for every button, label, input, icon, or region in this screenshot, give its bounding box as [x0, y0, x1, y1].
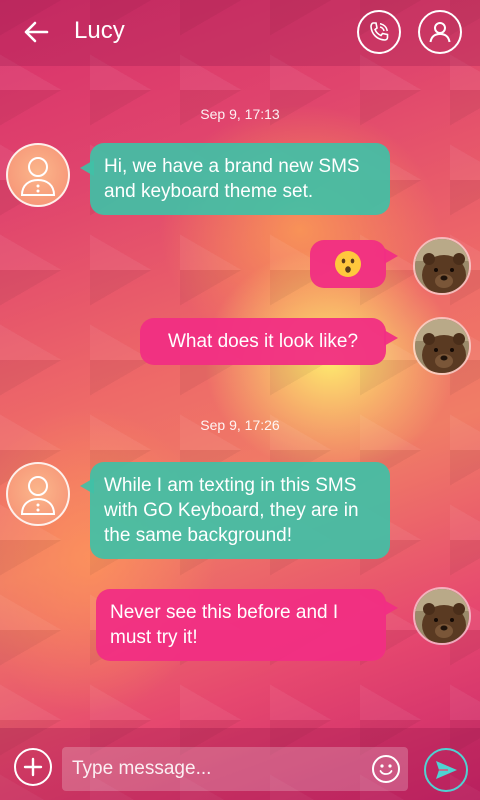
- person-icon: [20, 157, 56, 196]
- bear-photo: [415, 239, 469, 293]
- bubble-tail: [384, 330, 398, 346]
- bubble-tail: [384, 248, 398, 264]
- message-text: Hi, we have a brand new SMS and keyboard…: [104, 156, 360, 202]
- send-icon: [436, 761, 457, 779]
- surprised-face-emoji: [335, 251, 361, 277]
- incoming-message[interactable]: Hi, we have a brand new SMS and keyboard…: [90, 143, 390, 215]
- bubble-tail: [384, 600, 398, 616]
- contact-button[interactable]: [418, 10, 462, 54]
- message-input-box: [62, 747, 408, 791]
- outgoing-message[interactable]: [310, 240, 386, 288]
- my-avatar[interactable]: [413, 587, 471, 645]
- message-text: Never see this before and I must try it!: [110, 602, 339, 648]
- app-bar: Lucy: [0, 0, 480, 66]
- incoming-message[interactable]: While I am texting in this SMS with GO K…: [90, 462, 390, 559]
- call-button[interactable]: [357, 10, 401, 54]
- plus-icon: [23, 757, 43, 777]
- person-icon: [20, 476, 56, 515]
- message-input[interactable]: [72, 747, 362, 791]
- contact-avatar[interactable]: [6, 143, 70, 207]
- add-attachment-button[interactable]: [14, 748, 52, 786]
- composer-bar: [0, 728, 480, 800]
- conversation-title: Lucy: [74, 17, 125, 44]
- outgoing-message[interactable]: Never see this before and I must try it!: [96, 589, 386, 661]
- back-button[interactable]: [18, 14, 54, 50]
- bear-photo: [415, 589, 469, 643]
- outgoing-message[interactable]: What does it look like?: [140, 318, 386, 365]
- smiley-icon: [379, 764, 393, 775]
- phone-icon: [370, 22, 389, 41]
- message-text: What does it look like?: [167, 331, 359, 352]
- bear-photo: [415, 319, 469, 373]
- send-button[interactable]: [424, 748, 468, 792]
- contact-icon: [429, 22, 451, 43]
- timestamp: Sep 9, 17:26: [200, 417, 280, 433]
- my-avatar[interactable]: [413, 237, 471, 295]
- contact-avatar[interactable]: [6, 462, 70, 526]
- timestamp: Sep 9, 17:13: [200, 106, 280, 122]
- back-arrow-icon: [24, 21, 49, 43]
- message-text: While I am texting in this SMS with GO K…: [104, 475, 359, 546]
- emoji-button[interactable]: [372, 755, 400, 783]
- my-avatar[interactable]: [413, 317, 471, 375]
